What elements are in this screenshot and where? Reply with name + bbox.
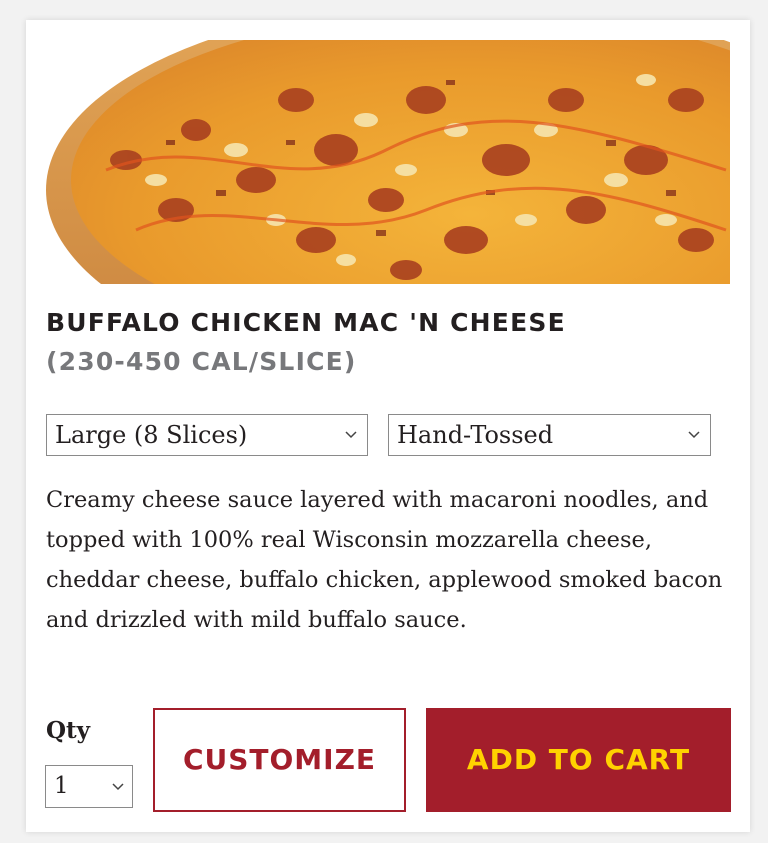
chevron-down-icon (345, 431, 357, 439)
calorie-info: (230-450 CAL/SLICE) (46, 347, 357, 376)
size-select[interactable]: Large (8 Slices) (46, 414, 368, 456)
product-title: BUFFALO CHICKEN MAC 'N CHEESE (46, 308, 566, 337)
crust-select[interactable]: Hand-Tossed (388, 414, 711, 456)
product-card: BUFFALO CHICKEN MAC 'N CHEESE (230-450 C… (26, 20, 750, 832)
size-select-value: Large (8 Slices) (55, 421, 248, 449)
quantity-select[interactable]: 1 (45, 765, 133, 808)
product-description: Creamy cheese sauce layered with macaron… (46, 487, 723, 633)
quantity-select-value: 1 (54, 773, 69, 799)
chevron-down-icon (112, 783, 124, 791)
add-to-cart-button[interactable]: ADD TO CART (426, 708, 731, 812)
qty-label: Qty (46, 717, 91, 744)
customize-button[interactable]: CUSTOMIZE (153, 708, 406, 812)
pizza-photo (46, 40, 730, 284)
chevron-down-icon (688, 431, 700, 439)
crust-select-value: Hand-Tossed (397, 421, 554, 449)
